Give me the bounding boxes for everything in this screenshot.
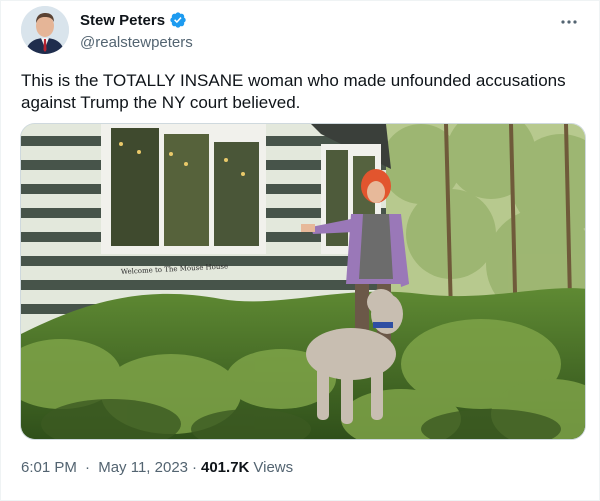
name-row: Stew Peters <box>80 10 193 30</box>
verified-badge-icon[interactable] <box>169 11 187 29</box>
avatar[interactable] <box>21 6 69 54</box>
more-options-button[interactable] <box>557 12 581 32</box>
tweet-media-video[interactable]: Welcome to The Mouse House <box>20 123 586 440</box>
tweet-date: May 11, 2023 <box>98 459 188 476</box>
meta-separator: · <box>85 459 91 476</box>
meta-separator: · <box>192 459 197 476</box>
tweet-time: 6:01 PM <box>21 459 77 476</box>
more-horizontal-icon <box>561 20 577 24</box>
author-display-name[interactable]: Stew Peters <box>80 12 165 29</box>
author-names: Stew Peters @realstewpeters <box>80 10 193 52</box>
tweet-header: Stew Peters @realstewpeters <box>21 6 581 56</box>
tweet-meta: 6:01 PM · May 11, 2023 · 401.7K Views <box>21 459 293 476</box>
views-label: Views <box>253 459 294 476</box>
tweet-text: This is the TOTALLY INSANE woman who mad… <box>21 71 566 112</box>
author-handle[interactable]: @realstewpeters <box>80 34 193 51</box>
tweet-card: Stew Peters @realstewpeters This is the … <box>0 0 600 501</box>
views-count[interactable]: 401.7K <box>201 459 249 476</box>
tweet-timestamp[interactable]: 6:01 PM · May 11, 2023 <box>21 459 188 476</box>
